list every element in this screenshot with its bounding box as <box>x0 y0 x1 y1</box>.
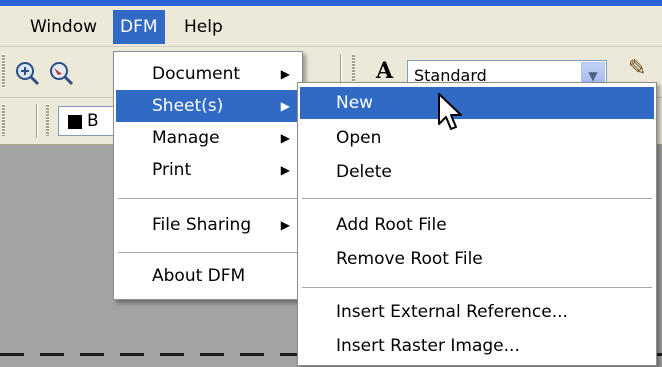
menu-separator <box>302 198 652 199</box>
menu-help[interactable]: Help <box>177 10 230 44</box>
menu-item-label: Sheet(s) <box>152 96 224 116</box>
dfm-menu-item-sheets[interactable]: Sheet(s) ▶ <box>116 90 300 122</box>
sheets-menu-item-new[interactable]: New <box>300 87 654 119</box>
submenu-arrow-icon: ▶ <box>280 131 290 145</box>
dfm-menu: Document ▶ Sheet(s) ▶ Manage ▶ Print ▶ F… <box>113 51 303 300</box>
dfm-menu-item-about[interactable]: About DFM <box>116 260 300 292</box>
sheets-menu-item-remove-root-file[interactable]: Remove Root File <box>300 243 654 275</box>
menu-item-label: Open <box>336 128 382 148</box>
menu-item-label: Add Root File <box>336 215 447 235</box>
menu-window[interactable]: Window <box>23 10 104 44</box>
menu-separator <box>118 198 298 199</box>
menu-item-label: Insert External Reference... <box>336 302 568 322</box>
menu-item-label: Delete <box>336 162 392 182</box>
menu-item-label: About DFM <box>152 266 246 286</box>
menu-item-label: Print <box>152 160 192 180</box>
pen-icon[interactable]: ✎ <box>628 56 646 81</box>
color-dropdown[interactable]: B <box>58 106 118 136</box>
submenu-arrow-icon: ▶ <box>280 163 290 177</box>
menu-item-label: Insert Raster Image... <box>336 336 520 356</box>
menu-separator <box>118 252 298 253</box>
sheets-menu-item-delete[interactable]: Delete <box>300 156 654 188</box>
sheets-menu-item-open[interactable]: Open <box>300 122 654 154</box>
zoom-in-icon[interactable] <box>14 60 40 86</box>
toolbar-grip[interactable] <box>2 104 5 136</box>
dfm-menu-item-manage[interactable]: Manage ▶ <box>116 122 300 154</box>
color-value: B <box>87 111 99 131</box>
sheets-menu-item-insert-external-reference[interactable]: Insert External Reference... <box>300 296 654 328</box>
sheets-menu-item-insert-raster-image[interactable]: Insert Raster Image... <box>300 330 654 362</box>
text-style-icon[interactable]: A <box>376 58 393 84</box>
menu-bar: Window DFM Help <box>0 6 662 47</box>
menu-item-label: New <box>336 93 374 113</box>
menu-item-label: Manage <box>152 128 220 148</box>
menu-item-label: File Sharing <box>152 215 252 235</box>
submenu-arrow-icon: ▶ <box>280 218 290 232</box>
submenu-arrow-icon: ▶ <box>280 99 290 113</box>
submenu-arrow-icon: ▶ <box>280 67 290 81</box>
menu-dfm[interactable]: DFM <box>113 10 165 44</box>
toolbar-separator <box>36 104 37 138</box>
dfm-menu-item-file-sharing[interactable]: File Sharing ▶ <box>116 209 300 241</box>
mouse-cursor-icon <box>438 93 462 130</box>
sheets-submenu: New Open Delete Add Root File Remove Roo… <box>297 82 657 366</box>
zoom-realtime-icon[interactable] <box>48 60 74 86</box>
application-window: Window DFM Help A Standard ▼ ✎ B Documen… <box>0 0 662 367</box>
menu-item-label: Remove Root File <box>336 249 483 269</box>
toolbar-grip[interactable] <box>46 104 49 136</box>
toolbar-grip[interactable] <box>2 54 5 88</box>
menu-item-label: Document <box>152 64 241 84</box>
dfm-menu-item-document[interactable]: Document ▶ <box>116 58 300 90</box>
sheets-menu-item-add-root-file[interactable]: Add Root File <box>300 209 654 241</box>
dfm-menu-item-print[interactable]: Print ▶ <box>116 154 300 186</box>
color-swatch <box>68 115 82 129</box>
menu-separator <box>302 287 652 288</box>
